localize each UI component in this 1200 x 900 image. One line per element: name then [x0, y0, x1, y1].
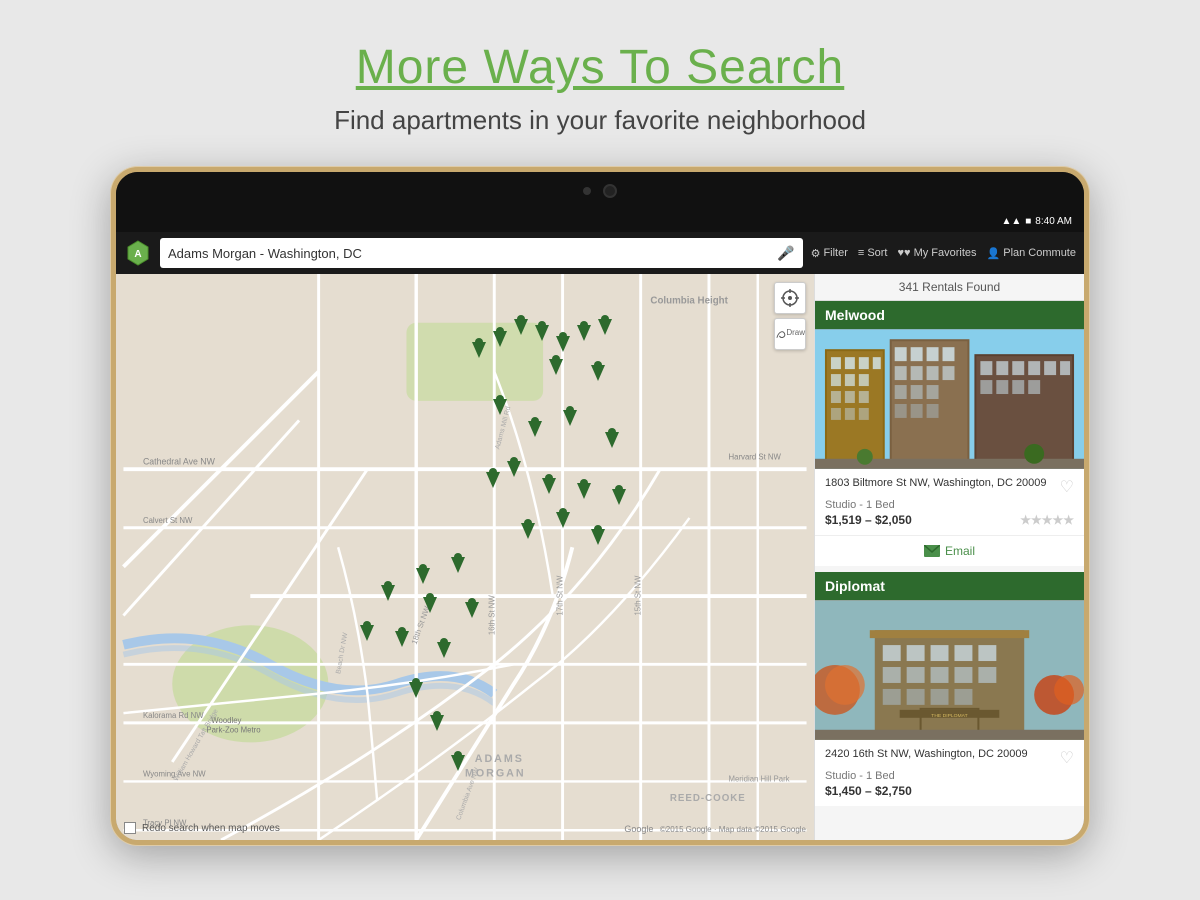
filter-icon: ⚙: [811, 247, 821, 260]
map-pin[interactable]: [563, 410, 577, 426]
listing-details-diplomat: 2420 16th St NW, Washington, DC 20009 ♡ …: [815, 740, 1084, 806]
svg-text:THE DIPLOMAT: THE DIPLOMAT: [931, 713, 967, 719]
listing-name-diplomat: Diplomat: [815, 572, 1084, 600]
status-bar: ▲▲ ■ 8:40 AM: [116, 210, 1084, 232]
map-pin[interactable]: [577, 325, 591, 341]
email-button-melwood[interactable]: Email: [815, 535, 1084, 566]
results-count: 341 Rentals Found: [815, 274, 1084, 301]
map-pin[interactable]: [395, 631, 409, 647]
microphone-icon[interactable]: 🎤: [777, 245, 794, 262]
filter-button[interactable]: ⚙ Filter: [811, 247, 848, 260]
heart-icon: ♥♥: [898, 247, 911, 259]
battery-icon: ■: [1025, 216, 1031, 227]
tablet-camera-bar: [116, 172, 1084, 210]
favorites-button[interactable]: ♥♥ My Favorites: [898, 247, 977, 259]
map-pin[interactable]: [542, 478, 556, 494]
google-logo: Google: [624, 824, 653, 834]
map-pin[interactable]: [416, 568, 430, 584]
results-sidebar: 341 Rentals Found Melwood: [814, 274, 1084, 840]
map-pin[interactable]: [409, 682, 423, 698]
map-pin[interactable]: [528, 421, 542, 437]
listing-card-melwood[interactable]: Melwood: [815, 301, 1084, 566]
search-bar[interactable]: Adams Morgan - Washington, DC 🎤: [160, 238, 803, 268]
app-logo: A: [124, 239, 152, 267]
map-pin[interactable]: [556, 512, 570, 528]
listing-image-melwood: [815, 329, 1084, 469]
draw-button[interactable]: Draw: [774, 318, 806, 350]
map-pin[interactable]: [451, 755, 465, 771]
page-header: More Ways To Search Find apartments in y…: [334, 0, 866, 156]
map-pin[interactable]: [556, 336, 570, 352]
map-pin[interactable]: [472, 342, 486, 358]
map-pin[interactable]: [507, 461, 521, 477]
map-area[interactable]: Cathedral Ave NW Calvert St NW Kalorama …: [116, 274, 814, 840]
svg-text:A: A: [134, 249, 141, 260]
listing-image-diplomat: THE DIPLOMAT: [815, 600, 1084, 740]
map-pin[interactable]: [451, 557, 465, 573]
redo-checkbox[interactable]: [124, 822, 136, 834]
location-target-button[interactable]: [774, 282, 806, 314]
camera-dot: [583, 187, 591, 195]
map-pin[interactable]: [577, 483, 591, 499]
app-navbar: A Adams Morgan - Washington, DC 🎤 ⚙ Filt…: [116, 232, 1084, 274]
map-pin[interactable]: [549, 359, 563, 375]
tablet-inner: ▲▲ ■ 8:40 AM A Adams Morgan - Washington…: [116, 172, 1084, 840]
map-pin[interactable]: [493, 399, 507, 415]
map-pin[interactable]: [423, 597, 437, 613]
listing-details-melwood: 1803 Biltmore St NW, Washington, DC 2000…: [815, 469, 1084, 535]
listing-address-diplomat: 2420 16th St NW, Washington, DC 20009 ♡: [825, 748, 1074, 768]
map-pin[interactable]: [598, 319, 612, 335]
building-image-melwood: [815, 329, 1084, 469]
person-icon: 👤: [987, 247, 1001, 260]
time-display: 8:40 AM: [1035, 216, 1072, 227]
tablet-device: ▲▲ ■ 8:40 AM A Adams Morgan - Washington…: [110, 166, 1090, 846]
listing-name-melwood: Melwood: [815, 301, 1084, 329]
sort-icon: ≡: [858, 247, 864, 259]
map-pin[interactable]: [535, 325, 549, 341]
map-copyright: Google ©2015 Google · Map data ©2015 Goo…: [624, 824, 806, 834]
map-pin[interactable]: [465, 602, 479, 618]
listing-price-melwood: $1,519 – $2,050 ★★★★★: [825, 513, 1074, 527]
camera-lens: [603, 184, 617, 198]
app-body: Cathedral Ave NW Calvert St NW Kalorama …: [116, 274, 1084, 840]
heart-listing-icon-melwood[interactable]: ♡: [1060, 477, 1074, 497]
map-pin[interactable]: [514, 319, 528, 335]
email-icon: [924, 545, 940, 557]
listing-price-diplomat: $1,450 – $2,750: [825, 784, 1074, 798]
page-subtitle: Find apartments in your favorite neighbo…: [334, 105, 866, 136]
heart-listing-icon-diplomat[interactable]: ♡: [1060, 748, 1074, 768]
building-image-diplomat: THE DIPLOMAT: [815, 600, 1084, 740]
listing-type-melwood: Studio - 1 Bed: [825, 499, 1074, 511]
listing-type-diplomat: Studio - 1 Bed: [825, 770, 1074, 782]
map-pin[interactable]: [521, 523, 535, 539]
map-pin[interactable]: [591, 365, 605, 381]
redo-label: Redo search when map moves: [142, 823, 280, 834]
commute-button[interactable]: 👤 Plan Commute: [987, 247, 1076, 260]
map-pin[interactable]: [430, 715, 444, 731]
map-pins-container: [116, 274, 814, 840]
map-pin[interactable]: [486, 472, 500, 488]
map-pin[interactable]: [605, 432, 619, 448]
page-title: More Ways To Search: [334, 40, 866, 95]
search-text: Adams Morgan - Washington, DC: [168, 246, 362, 261]
map-pin[interactable]: [360, 625, 374, 641]
map-pin[interactable]: [437, 642, 451, 658]
map-pin[interactable]: [591, 529, 605, 545]
sort-button[interactable]: ≡ Sort: [858, 247, 888, 259]
listing-stars-melwood: ★★★★★: [1020, 513, 1074, 527]
status-icons: ▲▲ ■ 8:40 AM: [1001, 216, 1072, 227]
map-background: Cathedral Ave NW Calvert St NW Kalorama …: [116, 274, 814, 840]
map-pin[interactable]: [493, 331, 507, 347]
signal-icon: ▲▲: [1001, 216, 1021, 227]
nav-actions: ⚙ Filter ≡ Sort ♥♥ My Favorites 👤 Plan C…: [811, 247, 1076, 260]
map-pin[interactable]: [612, 489, 626, 505]
map-pin[interactable]: [381, 585, 395, 601]
listing-card-diplomat[interactable]: Diplomat: [815, 572, 1084, 806]
app-screen: A Adams Morgan - Washington, DC 🎤 ⚙ Filt…: [116, 232, 1084, 840]
map-footer: Redo search when map moves: [124, 822, 280, 834]
listing-address-melwood: 1803 Biltmore St NW, Washington, DC 2000…: [825, 477, 1074, 497]
map-controls: Draw: [774, 282, 806, 350]
